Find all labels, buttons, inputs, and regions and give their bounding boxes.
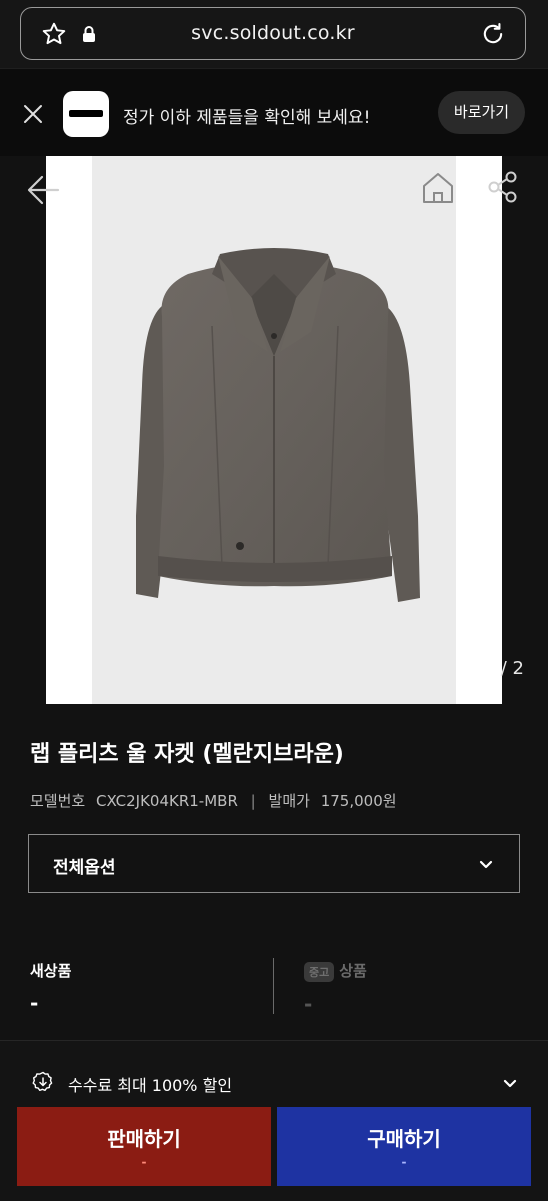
used-item-value: - <box>304 991 313 1016</box>
release-price-label: 발매가 <box>268 792 310 810</box>
product-meta: 모델번호 CXC2JK04KR1-MBR | 발매가 175,000원 <box>30 790 397 811</box>
used-item-price[interactable]: 중고 상품 - <box>304 960 367 1016</box>
product-title: 랩 플리츠 울 자켓 (멜란지브라운) <box>30 742 344 767</box>
url-text[interactable]: svc.soldout.co.kr <box>21 22 525 44</box>
app-promo-banner: 정가 이하 제품들을 확인해 보세요! 바로가기 <box>0 68 548 157</box>
discount-badge-icon <box>32 1071 53 1091</box>
used-item-label-row: 중고 상품 <box>304 960 367 982</box>
fee-discount-text: 수수료 최대 100% 할인 <box>68 1076 233 1095</box>
sell-button-price: - <box>141 1155 147 1169</box>
home-icon[interactable] <box>420 170 456 206</box>
sell-button[interactable]: 판매하기 - <box>17 1107 271 1186</box>
image-pager: / 2 <box>500 658 524 679</box>
used-badge: 중고 <box>304 961 335 982</box>
chevron-down-icon <box>479 860 493 869</box>
buy-button[interactable]: 구매하기 - <box>277 1107 531 1186</box>
banner-message: 정가 이하 제품들을 확인해 보세요! <box>123 108 371 128</box>
product-gallery[interactable]: / 2 <box>0 156 548 716</box>
chevron-down-icon <box>503 1079 517 1088</box>
used-item-label: 상품 <box>339 962 367 980</box>
app-logo <box>63 91 109 137</box>
divider <box>273 958 274 1014</box>
new-item-value: - <box>30 991 39 1015</box>
model-number-label: 모델번호 <box>30 792 86 810</box>
option-select[interactable]: 전체옵션 <box>28 834 520 893</box>
browser-toolbar: svc.soldout.co.kr <box>0 0 548 68</box>
new-item-price[interactable]: 새상품 - <box>30 960 71 1015</box>
price-summary: 새상품 - 중고 상품 - <box>0 940 548 1040</box>
sell-button-label: 판매하기 <box>107 1127 181 1151</box>
new-item-label: 새상품 <box>30 962 72 980</box>
product-image[interactable] <box>92 156 456 704</box>
address-bar[interactable]: svc.soldout.co.kr <box>20 7 526 60</box>
buy-button-label: 구매하기 <box>367 1127 441 1151</box>
fee-discount-row[interactable]: 수수료 최대 100% 할인 <box>32 1071 522 1097</box>
reload-icon[interactable] <box>479 20 507 48</box>
buy-button-price: - <box>401 1155 407 1169</box>
release-price: 175,000원 <box>320 792 397 810</box>
back-arrow-icon[interactable] <box>24 172 64 208</box>
share-icon[interactable] <box>486 170 520 204</box>
open-app-button[interactable]: 바로가기 <box>438 91 525 134</box>
jacket-illustration <box>136 248 420 602</box>
close-icon[interactable] <box>22 103 44 125</box>
meta-separator: | <box>250 792 256 810</box>
option-select-label: 전체옵션 <box>53 858 116 878</box>
model-number: CXC2JK04KR1-MBR <box>95 792 238 810</box>
